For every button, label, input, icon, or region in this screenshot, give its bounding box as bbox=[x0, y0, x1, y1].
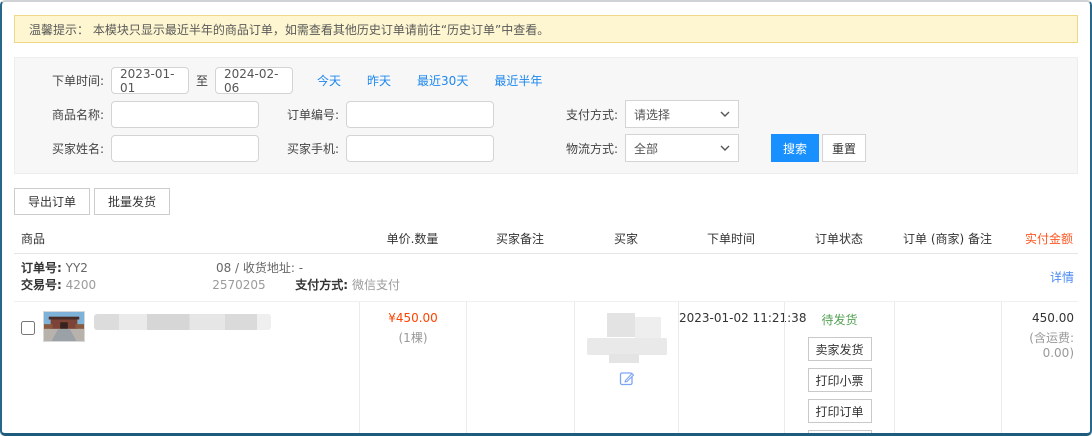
order-info-bar: 订单号: YY2 08 / 收货地址: - 交易号: 4200 2570205 支付… bbox=[14, 254, 1078, 302]
order-number-line: 订单号: YY2 08 / 收货地址: - bbox=[21, 260, 1070, 277]
col-header-order-status: 订单状态 bbox=[784, 230, 894, 247]
buyer-phone-input[interactable] bbox=[346, 135, 494, 162]
col-header-paid-amount: 实付金额 bbox=[1001, 230, 1078, 247]
filter-row-3: 买家姓名: 买家手机: 物流方式: 全部 搜索 重置 bbox=[15, 134, 1077, 162]
select-order-checkbox[interactable] bbox=[21, 321, 35, 335]
order-time-label: 下单时间: bbox=[15, 72, 111, 89]
buyer-phone-label: 买家手机: bbox=[280, 140, 346, 157]
col-header-seller-note: 订单 (商家) 备注 bbox=[894, 230, 1001, 247]
buyer-name-redacted bbox=[587, 313, 667, 363]
trade-no-prefix: 4200 bbox=[66, 278, 97, 292]
col-header-product: 商品 bbox=[14, 230, 359, 247]
pay-method-select[interactable]: 请选择 bbox=[625, 100, 739, 128]
quantity: (1棵) bbox=[360, 329, 466, 346]
pay-method-label: 支付方式: bbox=[295, 278, 348, 292]
order-time-cell: 2023-01-02 11:21:38 bbox=[678, 302, 784, 436]
quick-link-yesterday[interactable]: 昨天 bbox=[367, 72, 391, 89]
product-thumbnail bbox=[43, 311, 85, 342]
filter-panel: 下单时间: 2023-01-01 至 2024-02-06 今天 昨天 最近30… bbox=[14, 57, 1078, 174]
seller-note-cell bbox=[894, 302, 1001, 436]
table-header-row: 商品 单价.数量 买家备注 买家 下单时间 订单状态 订单 (商家) 备注 实付… bbox=[14, 223, 1078, 254]
print-receipt-button[interactable]: 打印小票 bbox=[808, 368, 872, 392]
quick-link-today[interactable]: 今天 bbox=[317, 72, 341, 89]
order-detail-link[interactable]: 详情 bbox=[1050, 269, 1074, 286]
search-button[interactable]: 搜索 bbox=[771, 134, 819, 162]
date-to-separator: 至 bbox=[196, 72, 208, 89]
col-header-price-qty: 单价.数量 bbox=[359, 230, 466, 247]
order-management-page: 温馨提示： 本模块只显示最近半年的商品订单，如需查看其他历史订单请前往“历史订单… bbox=[0, 0, 1092, 436]
date-to-value: 2024-02-06 bbox=[224, 67, 292, 95]
order-no-label: 订单编号: bbox=[280, 106, 346, 123]
date-from-value: 2023-01-01 bbox=[120, 67, 188, 95]
product-name-input[interactable] bbox=[111, 101, 259, 128]
paid-amount-cell: 450.00 (含运费: 0.00) bbox=[1001, 302, 1078, 436]
pay-method-value: 微信支付 bbox=[352, 278, 400, 292]
reset-button[interactable]: 重置 bbox=[822, 134, 866, 162]
order-no-prefix: YY2 bbox=[66, 261, 88, 275]
buyer-name-input[interactable] bbox=[111, 135, 259, 162]
trade-no-label: 交易号: bbox=[21, 278, 62, 292]
filter-row-time: 下单时间: 2023-01-01 至 2024-02-06 今天 昨天 最近30… bbox=[15, 67, 1077, 94]
order-no-input[interactable] bbox=[346, 101, 494, 128]
chevron-down-icon bbox=[720, 143, 730, 153]
export-orders-button[interactable]: 导出订单 bbox=[14, 188, 90, 215]
shipping-method-value: 全部 bbox=[634, 140, 658, 157]
buyer-note-cell bbox=[466, 302, 574, 436]
buyer-cell bbox=[574, 302, 678, 436]
orders-table: 商品 单价.数量 买家备注 买家 下单时间 订单状态 订单 (商家) 备注 实付… bbox=[14, 223, 1078, 436]
product-title-redacted bbox=[94, 314, 271, 330]
quick-link-last30days[interactable]: 最近30天 bbox=[417, 72, 468, 89]
date-to-input[interactable]: 2024-02-06 bbox=[215, 67, 293, 94]
paid-amount: 450.00 bbox=[1002, 311, 1074, 325]
batch-ship-button[interactable]: 批量发货 bbox=[94, 188, 170, 215]
col-header-buyer: 买家 bbox=[574, 230, 678, 247]
date-from-input[interactable]: 2023-01-01 bbox=[111, 67, 189, 94]
address-text: / 收货地址: - bbox=[235, 261, 303, 275]
edit-buyer-icon[interactable] bbox=[619, 370, 635, 386]
filter-row-2: 商品名称: 订单编号: 支付方式: 请选择 bbox=[15, 100, 1077, 128]
pay-method-value: 请选择 bbox=[634, 106, 670, 123]
product-name-label: 商品名称: bbox=[15, 106, 111, 123]
order-no-label: 订单号: bbox=[21, 261, 62, 275]
shipping-method-label: 物流方式: bbox=[551, 140, 625, 157]
product-cell bbox=[14, 302, 359, 436]
pay-method-label: 支付方式: bbox=[551, 106, 625, 123]
order-note-button[interactable]: 订单备注 bbox=[808, 430, 872, 436]
shipping-method-select[interactable]: 全部 bbox=[625, 134, 739, 162]
unit-price: ¥450.00 bbox=[360, 311, 466, 325]
status-badge: 待发货 bbox=[821, 311, 857, 328]
price-qty-cell: ¥450.00 (1棵) bbox=[359, 302, 466, 436]
print-order-button[interactable]: 打印订单 bbox=[808, 399, 872, 423]
trade-no-suffix: 2570205 bbox=[212, 278, 265, 292]
col-header-buyer-note: 买家备注 bbox=[466, 230, 574, 247]
notice-banner: 温馨提示： 本模块只显示最近半年的商品订单，如需查看其他历史订单请前往“历史订单… bbox=[14, 15, 1078, 43]
quick-date-links: 今天 昨天 最近30天 最近半年 bbox=[317, 72, 568, 89]
order-status-cell: 待发货 卖家发货 打印小票 打印订单 订单备注 bbox=[784, 302, 894, 436]
chevron-down-icon bbox=[720, 109, 730, 119]
buyer-name-label: 买家姓名: bbox=[15, 140, 111, 157]
trade-number-line: 交易号: 4200 2570205 支付方式: 微信支付 bbox=[21, 277, 1070, 294]
notice-text: 温馨提示： 本模块只显示最近半年的商品订单，如需查看其他历史订单请前往“历史订单… bbox=[29, 21, 549, 38]
seller-ship-button[interactable]: 卖家发货 bbox=[808, 337, 872, 361]
order-toolbar: 导出订单 批量发货 bbox=[14, 188, 1078, 215]
order-no-suffix: 08 bbox=[216, 261, 231, 275]
quick-link-last-half-year[interactable]: 最近半年 bbox=[494, 72, 542, 89]
order-item-row: ¥450.00 (1棵) 2023-01-02 11:21:38 bbox=[14, 302, 1078, 436]
freight-note: (含运费: 0.00) bbox=[1002, 329, 1074, 360]
col-header-order-time: 下单时间 bbox=[678, 230, 784, 247]
